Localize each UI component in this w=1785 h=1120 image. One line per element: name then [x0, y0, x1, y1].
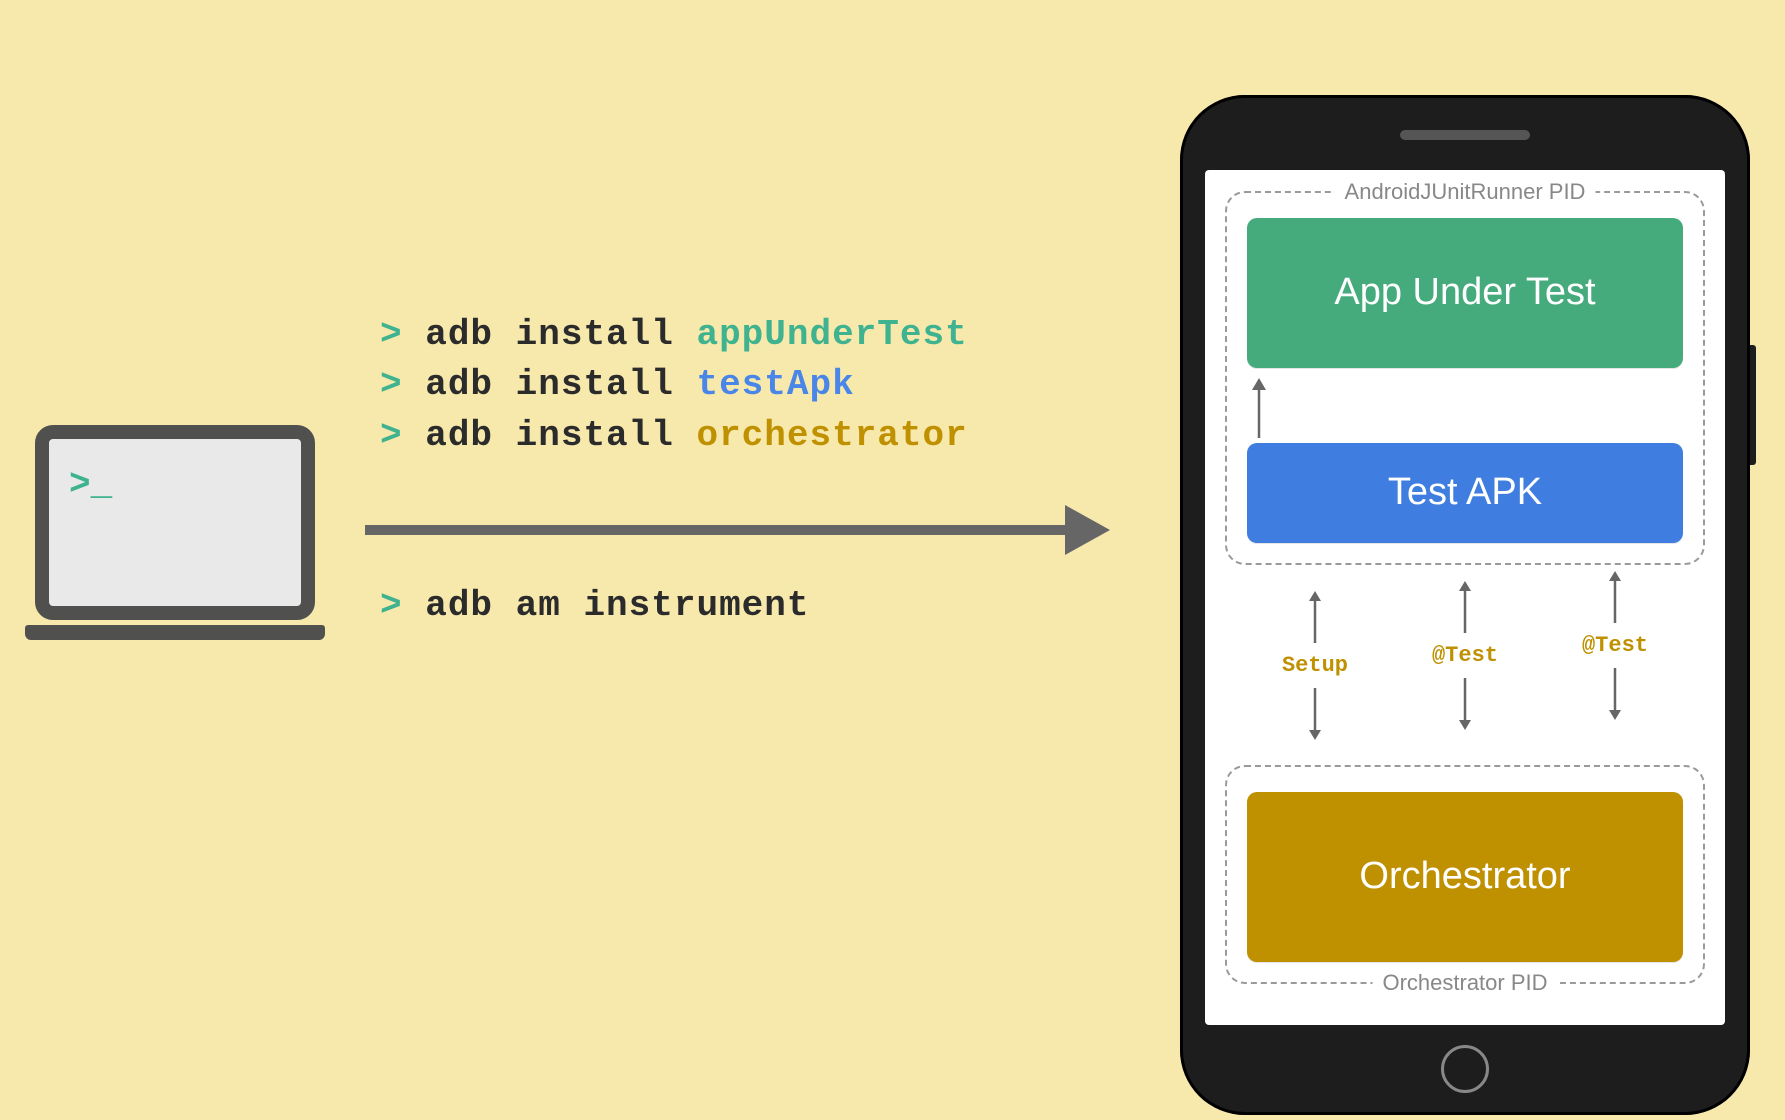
orchestrator-pid-label: Orchestrator PID — [1372, 970, 1557, 996]
command-instrument: > adb am instrument — [380, 585, 809, 626]
phone-speaker — [1400, 130, 1530, 140]
laptop-icon: >_ — [35, 425, 325, 640]
cmd-text: adb install — [425, 415, 674, 456]
prompt: > — [380, 364, 403, 405]
runner-pid-label: AndroidJUnitRunner PID — [1335, 179, 1596, 205]
phone-device: AndroidJUnitRunner PID App Under Test Te… — [1180, 95, 1750, 1115]
arrow-label: @Test — [1582, 633, 1648, 658]
arrow-col-test-1: @Test — [1432, 581, 1498, 730]
phone-home-button — [1441, 1045, 1489, 1093]
double-arrow-icon — [1603, 660, 1627, 720]
cmd-line-4: > adb am instrument — [380, 585, 809, 626]
phone-body: AndroidJUnitRunner PID App Under Test Te… — [1180, 95, 1750, 1115]
double-arrow-icon — [1603, 571, 1627, 631]
prompt: > — [380, 314, 403, 355]
runner-pid-group: AndroidJUnitRunner PID App Under Test Te… — [1225, 191, 1705, 565]
double-arrow-icon — [1303, 680, 1327, 740]
cmd-text: adb install — [425, 364, 674, 405]
phone-side-button — [1750, 345, 1756, 465]
prompt: > — [380, 415, 403, 456]
arrow-up-icon — [1247, 378, 1271, 438]
test-apk-box: Test APK — [1247, 443, 1683, 543]
arrow-col-test-2: @Test — [1582, 571, 1648, 720]
phone-screen: AndroidJUnitRunner PID App Under Test Te… — [1205, 170, 1725, 1025]
laptop-base — [25, 625, 325, 640]
laptop-screen: >_ — [35, 425, 315, 620]
double-arrow-icon — [1453, 670, 1477, 730]
orchestrator-box: Orchestrator — [1247, 792, 1683, 962]
app-under-test-box: App Under Test — [1247, 218, 1683, 368]
cmd-arg: orchestrator — [696, 415, 967, 456]
cmd-arg: appUnderTest — [696, 314, 967, 355]
arrow-label: Setup — [1282, 653, 1348, 678]
command-list: > adb install appUnderTest > adb install… — [380, 310, 968, 461]
laptop-prompt: >_ — [69, 464, 112, 505]
arrow-label: @Test — [1432, 643, 1498, 668]
double-arrow-icon — [1303, 591, 1327, 651]
cmd-line-3: > adb install orchestrator — [380, 411, 968, 461]
cmd-arg: testApk — [696, 364, 854, 405]
flow-arrow-icon — [365, 495, 1110, 565]
arrow-col-setup: Setup — [1282, 591, 1348, 740]
orchestrator-pid-group: Orchestrator Orchestrator PID — [1225, 765, 1705, 984]
double-arrow-icon — [1453, 581, 1477, 641]
prompt: > — [380, 585, 403, 626]
cmd-line-2: > adb install testApk — [380, 360, 968, 410]
cmd-text: adb am instrument — [425, 585, 809, 626]
cmd-line-1: > adb install appUnderTest — [380, 310, 968, 360]
cmd-text: adb install — [425, 314, 674, 355]
mid-arrows: Setup @Test — [1225, 565, 1705, 765]
